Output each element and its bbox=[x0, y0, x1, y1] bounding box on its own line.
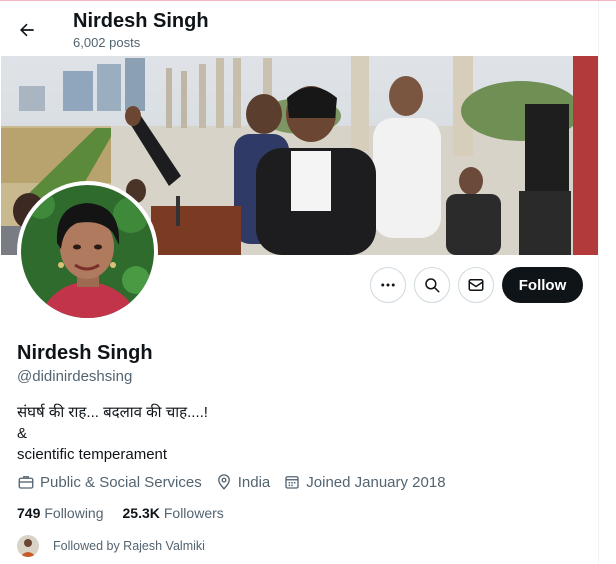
search-icon bbox=[425, 278, 440, 293]
follow-button[interactable]: Follow bbox=[502, 267, 583, 303]
category-item: Public & Social Services bbox=[17, 473, 202, 491]
follower-avatar bbox=[17, 535, 39, 557]
post-count: 6,002 posts bbox=[73, 35, 141, 50]
briefcase-icon bbox=[18, 476, 34, 489]
bio-line: scientific temperament bbox=[17, 446, 168, 463]
header-title: Nirdesh Singh bbox=[73, 10, 209, 32]
category-label: Public & Social Services bbox=[40, 473, 202, 491]
following-count: 749 bbox=[17, 505, 41, 521]
location-item: India bbox=[215, 473, 271, 491]
profile-bio: संघर्ष की राह... बदलाव की चाह....! & sci… bbox=[17, 402, 208, 465]
profile-header: Nirdesh Singh 6,002 posts bbox=[0, 1, 598, 56]
follow-stats: 749 Following 25.3K Followers bbox=[17, 505, 243, 521]
followers-label: Followers bbox=[163, 505, 224, 521]
arrow-left-icon bbox=[20, 23, 34, 37]
more-button[interactable] bbox=[370, 267, 406, 303]
joined-label: Joined January 2018 bbox=[306, 473, 446, 491]
following-label: Following bbox=[44, 505, 104, 521]
search-profile-button[interactable] bbox=[414, 267, 450, 303]
following-link[interactable]: 749 Following bbox=[17, 505, 104, 521]
message-button[interactable] bbox=[458, 267, 494, 303]
envelope-icon bbox=[468, 279, 484, 291]
bio-line: & bbox=[17, 425, 28, 442]
profile-page: Nirdesh Singh 6,002 posts Follow Nirdesh… bbox=[0, 0, 616, 564]
back-button[interactable] bbox=[10, 13, 44, 47]
profile-meta: Public & Social Services India Joined Ja… bbox=[17, 473, 459, 491]
location-label: India bbox=[237, 473, 271, 491]
column-divider bbox=[598, 1, 599, 564]
profile-handle: @didinirdeshsing bbox=[17, 368, 133, 385]
profile-avatar[interactable] bbox=[17, 181, 158, 322]
bio-line: संघर्ष की राह... बदलाव की चाह....! bbox=[17, 404, 208, 421]
followed-by-text: Followed by Rajesh Valmiki bbox=[53, 539, 205, 553]
followers-link[interactable]: 25.3K Followers bbox=[123, 505, 224, 521]
location-pin-icon bbox=[217, 474, 230, 490]
joined-item: Joined January 2018 bbox=[283, 473, 446, 491]
followers-count: 25.3K bbox=[122, 505, 160, 521]
more-icon bbox=[381, 283, 395, 287]
followed-by-link[interactable]: Followed by Rajesh Valmiki bbox=[17, 535, 205, 557]
profile-name: Nirdesh Singh bbox=[17, 342, 153, 364]
calendar-icon bbox=[285, 476, 299, 489]
